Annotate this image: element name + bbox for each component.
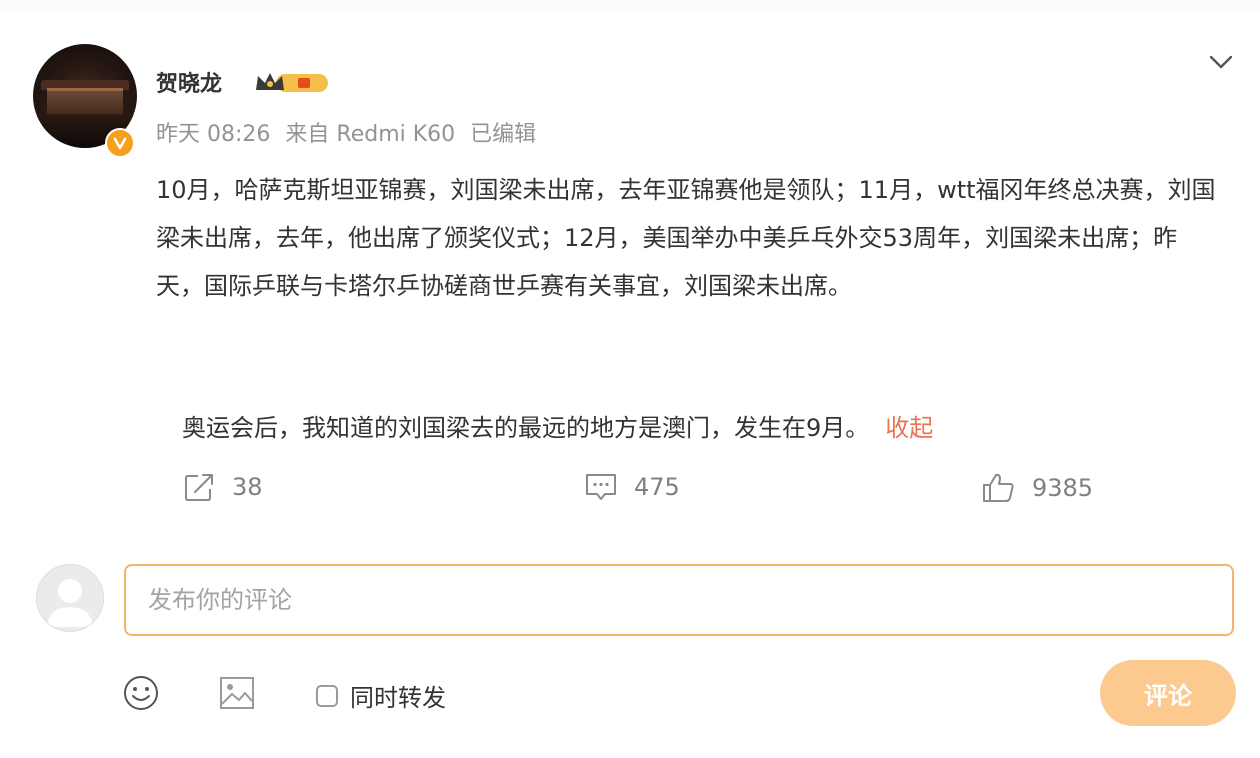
post-meta: 昨天 08:26 来自 Redmi K60 已编辑	[156, 116, 544, 148]
image-icon[interactable]	[218, 674, 256, 712]
repost-icon	[185, 474, 213, 501]
comment-input-box	[124, 564, 1234, 636]
comment-count: 475	[634, 473, 680, 501]
repost-checkbox-label: 同时转发	[350, 684, 446, 712]
like-count: 9385	[1032, 474, 1094, 502]
repost-checkbox-row[interactable]: 同时转发	[316, 678, 446, 713]
chevron-down-icon[interactable]	[1208, 50, 1234, 74]
post-body-continued: 奥运会后，我知道的刘国梁去的最远的地方是澳门，发生在9月。 收起	[182, 404, 933, 452]
member-crown-icon[interactable]	[254, 70, 330, 96]
collapse-link[interactable]: 收起	[885, 414, 933, 442]
comment-icon	[586, 474, 616, 500]
repost-count: 38	[232, 473, 263, 501]
verified-badge-icon	[105, 128, 135, 158]
author-name[interactable]: 贺晓龙	[156, 66, 222, 98]
post-body: 10月，哈萨克斯坦亚锦赛，刘国梁未出席，去年亚锦赛他是领队；11月，wtt福冈年…	[156, 176, 1216, 300]
post-time[interactable]: 昨天 08:26	[156, 122, 270, 147]
repost-action[interactable]: 38	[184, 472, 263, 502]
post-card: 贺晓龙 昨天 08:26 来自 Redmi K60 已编辑 10月，哈萨克斯坦亚…	[0, 10, 1260, 758]
default-avatar-icon	[47, 579, 93, 627]
current-user-avatar[interactable]	[36, 564, 104, 632]
comment-input[interactable]	[126, 566, 1230, 634]
post-source: 来自 Redmi K60	[285, 122, 456, 147]
post-body-line-2: 奥运会后，我知道的刘国梁去的最远的地方是澳门，发生在9月。	[182, 414, 870, 442]
thumbs-up-icon	[983, 473, 1014, 502]
like-action[interactable]: 9385	[982, 472, 1093, 504]
comment-action[interactable]: 475	[584, 472, 680, 502]
submit-comment-button[interactable]: 评论	[1100, 660, 1236, 726]
repost-checkbox[interactable]	[316, 684, 338, 707]
emoji-icon[interactable]	[122, 674, 160, 712]
edited-label[interactable]: 已编辑	[470, 122, 536, 147]
